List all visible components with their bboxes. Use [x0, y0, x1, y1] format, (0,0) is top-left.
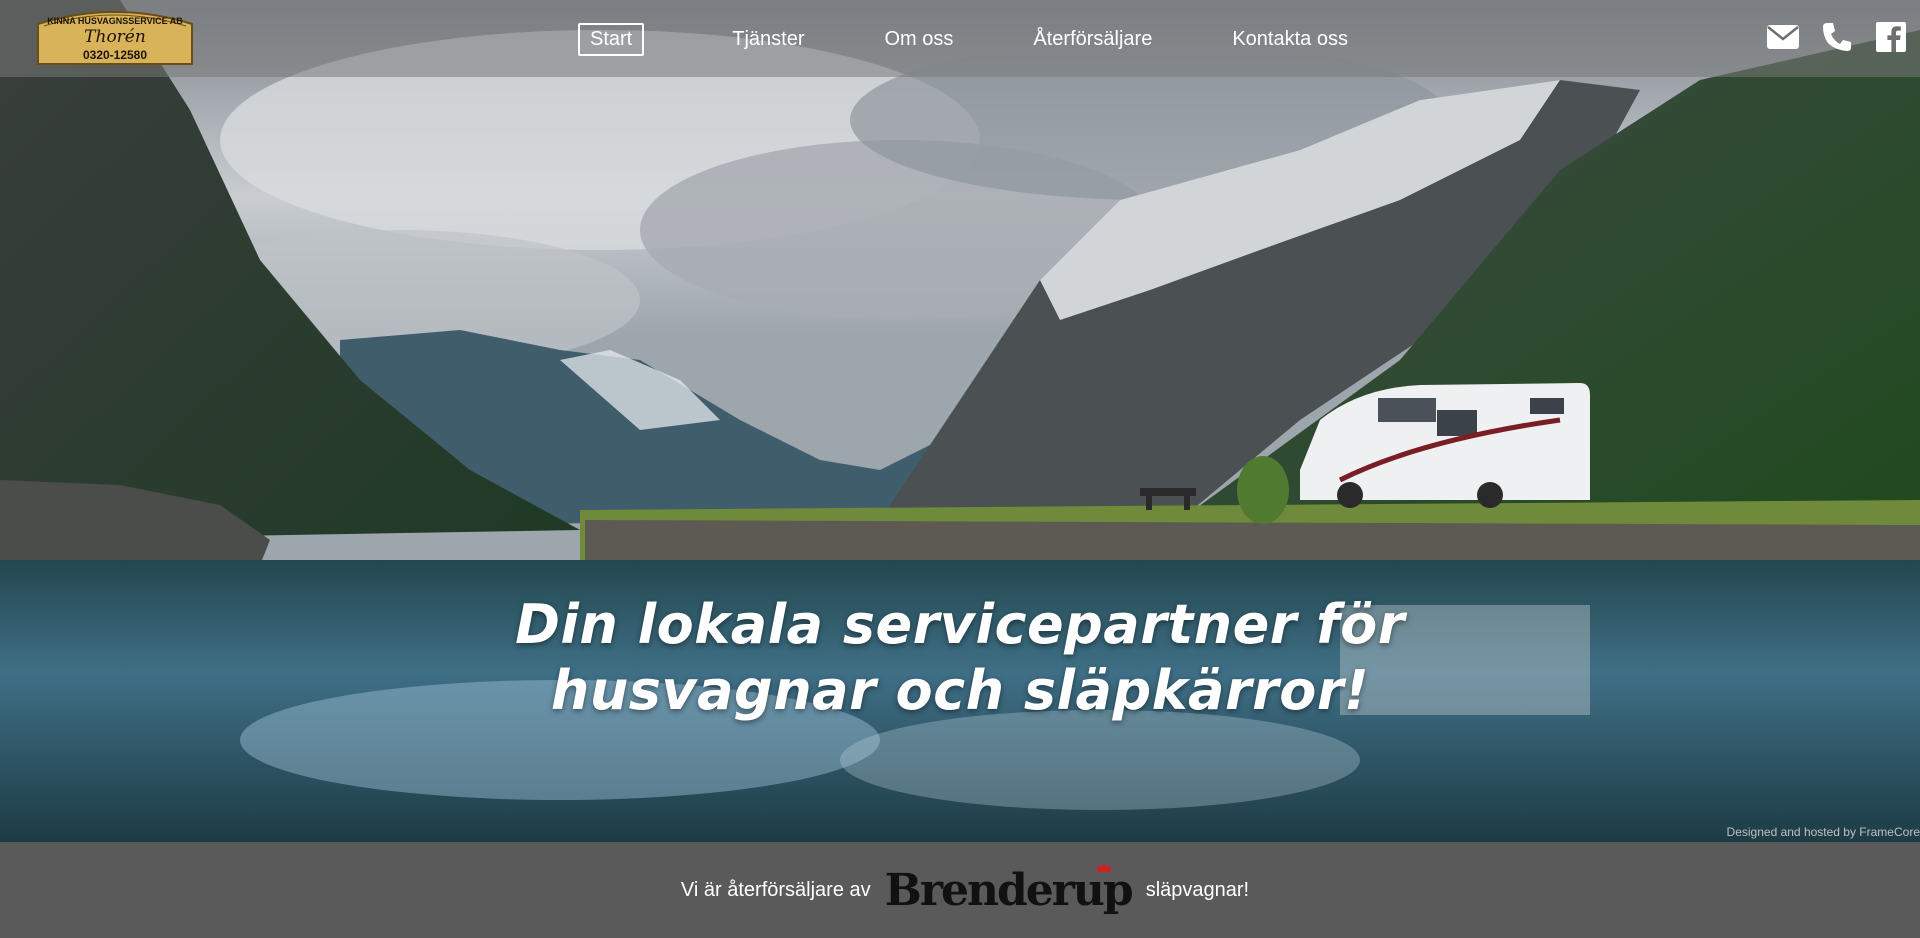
facebook-icon[interactable] — [1874, 20, 1908, 54]
top-navigation-bar: KINNA HUSVAGNSSERVICE AB Thorén 0320-125… — [0, 0, 1920, 77]
company-logo[interactable]: KINNA HUSVAGNSSERVICE AB Thorén 0320-125… — [34, 6, 196, 68]
crown-icon — [1096, 862, 1111, 872]
nav-tjanster[interactable]: Tjänster — [720, 23, 816, 56]
social-links — [1766, 20, 1908, 54]
svg-text:0320-12580: 0320-12580 — [83, 48, 147, 62]
headline-line-2: husvagnar och släpkärror! — [550, 659, 1370, 722]
nav-om-oss[interactable]: Om oss — [873, 23, 966, 56]
brenderup-logo[interactable]: Brenderup — [885, 862, 1134, 913]
svg-text:Thorén: Thorén — [84, 27, 146, 47]
phone-icon[interactable] — [1820, 20, 1854, 54]
footer-text-after: släpvagnar! — [1145, 878, 1250, 901]
footer-banner: Vi är återförsäljare av Brenderup släpva… — [0, 842, 1920, 938]
main-menu: Start Tjänster Om oss Återförsäljare Kon… — [578, 22, 1416, 56]
nav-kontakta-oss[interactable]: Kontakta oss — [1220, 23, 1360, 56]
headline-line-1: Din lokala servicepartner för — [515, 593, 1405, 656]
svg-text:KINNA HUSVAGNSSERVICE AB: KINNA HUSVAGNSSERVICE AB — [47, 16, 183, 26]
hero-headline: Din lokala servicepartner för husvagnar … — [460, 592, 1460, 724]
nav-aterforsaljare[interactable]: Återförsäljare — [1021, 23, 1164, 56]
envelope-icon[interactable] — [1766, 20, 1800, 54]
designer-credit[interactable]: Designed and hosted by FrameCore — [1727, 825, 1920, 839]
nav-start[interactable]: Start — [578, 22, 645, 56]
footer-text-before: Vi är återförsäljare av — [680, 878, 871, 901]
